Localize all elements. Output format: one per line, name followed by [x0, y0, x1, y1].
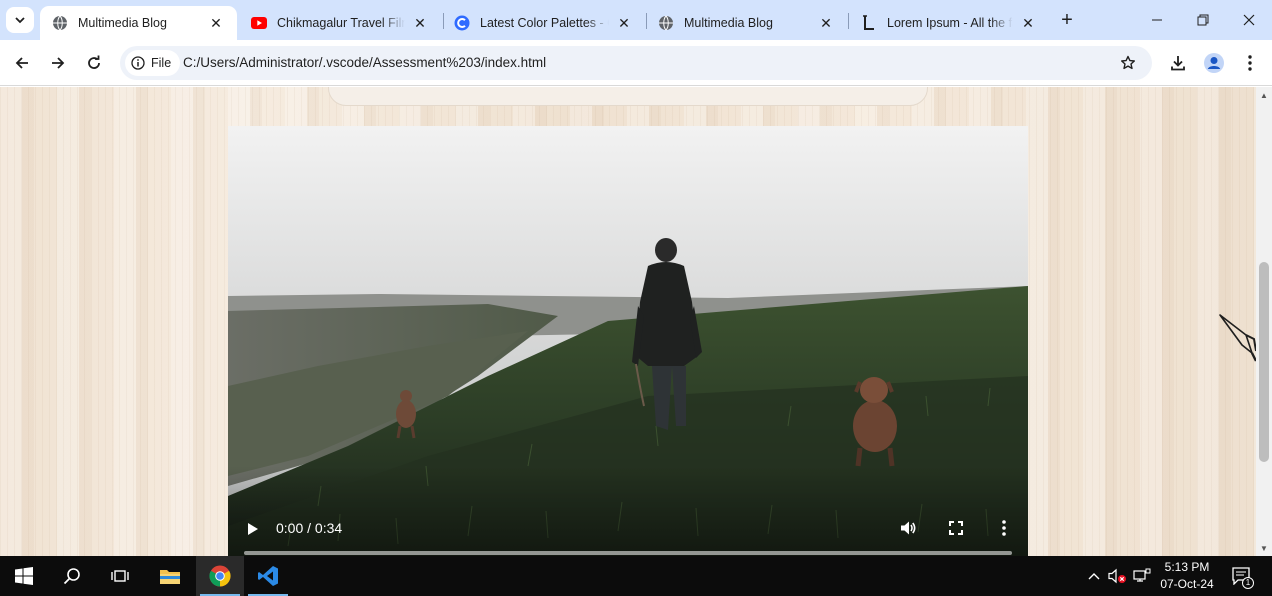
- close-tab-icon[interactable]: ✕: [411, 14, 429, 32]
- video-player[interactable]: 0:00 / 0:34: [228, 126, 1028, 556]
- chrome-taskbar-button[interactable]: [196, 556, 244, 596]
- close-tab-icon[interactable]: ✕: [615, 14, 633, 32]
- star-icon: [1121, 55, 1135, 70]
- globe-icon: [52, 15, 68, 31]
- notification-count-badge: 1: [1242, 577, 1254, 589]
- chrome-icon: [209, 565, 231, 587]
- volume-icon: [901, 521, 916, 535]
- youtube-icon: [251, 15, 267, 31]
- tab-title: Multimedia Blog: [78, 16, 167, 30]
- site-info-label: File: [151, 56, 172, 70]
- reload-button[interactable]: [79, 48, 109, 78]
- tab-title: Chikmagalur Travel Film | Cinematic: [277, 16, 405, 30]
- clock-date: 07-Oct-24: [1160, 577, 1214, 591]
- new-tab-button[interactable]: +: [1056, 9, 1078, 31]
- vscode-icon: [258, 566, 278, 586]
- address-bar[interactable]: File C:/Users/Administrator/.vscode/Asse…: [120, 46, 1152, 80]
- chevron-up-icon: [1088, 573, 1100, 580]
- kebab-menu-icon: [1248, 55, 1252, 71]
- play-icon: [248, 523, 258, 535]
- tab-multimedia-blog-2[interactable]: Multimedia Blog ✕: [646, 6, 847, 40]
- scroll-down-arrow[interactable]: ▼: [1256, 540, 1272, 556]
- page-scrollbar[interactable]: ▲ ▼: [1256, 87, 1272, 556]
- fountain-pen-icon: [1219, 314, 1256, 362]
- network-icon: [1133, 568, 1151, 582]
- taskbar-search-button[interactable]: [48, 556, 96, 596]
- close-tab-icon[interactable]: ✕: [207, 14, 225, 32]
- tab-lorem-ipsum[interactable]: Lorem Ipsum - All the facts - Lipsum ✕: [849, 6, 1049, 40]
- forward-button[interactable]: [43, 48, 73, 78]
- tab-chikmagalur-travel-film[interactable]: Chikmagalur Travel Film | Cinematic ✕: [239, 6, 441, 40]
- close-tab-icon[interactable]: ✕: [1019, 14, 1037, 32]
- file-explorer-icon: [160, 570, 180, 584]
- close-icon: [1243, 14, 1255, 26]
- windows-taskbar: 5:13 PM 07-Oct-24 1: [0, 556, 1272, 596]
- previous-content-card: [328, 87, 928, 106]
- lipsum-icon: [861, 15, 877, 31]
- browser-toolbar: File C:/Users/Administrator/.vscode/Asse…: [0, 40, 1272, 86]
- page-viewport: 0:00 / 0:34: [0, 87, 1256, 556]
- tab-strip: Multimedia Blog ✕ Chikmagalur Travel Fil…: [0, 0, 1272, 40]
- start-button[interactable]: [0, 556, 48, 596]
- scrollbar-thumb[interactable]: [1259, 262, 1269, 462]
- chevron-down-icon: [15, 17, 25, 24]
- fullscreen-icon: [949, 521, 963, 535]
- play-button[interactable]: [242, 518, 264, 540]
- globe-icon: [658, 15, 674, 31]
- minimize-button[interactable]: [1134, 0, 1180, 40]
- browser-menu-button[interactable]: [1235, 48, 1265, 78]
- close-tab-icon[interactable]: ✕: [817, 14, 835, 32]
- restore-button[interactable]: [1180, 0, 1226, 40]
- volume-button[interactable]: [896, 516, 920, 540]
- vscode-taskbar-button[interactable]: [244, 556, 292, 596]
- download-icon: [1171, 56, 1185, 71]
- back-button[interactable]: [7, 48, 37, 78]
- controls-gradient: [228, 466, 1028, 556]
- notifications-button[interactable]: 1: [1228, 556, 1256, 596]
- scroll-up-arrow[interactable]: ▲: [1256, 87, 1272, 103]
- tab-title: Multimedia Blog: [684, 16, 773, 30]
- profile-button[interactable]: [1199, 48, 1229, 78]
- file-explorer-button[interactable]: [146, 556, 194, 596]
- downloads-button[interactable]: [1163, 48, 1193, 78]
- taskbar-clock[interactable]: 5:13 PM 07-Oct-24: [1150, 559, 1224, 593]
- volume-muted-icon: [1108, 568, 1126, 584]
- video-time-display: 0:00 / 0:34: [276, 520, 343, 536]
- tab-search-button[interactable]: [6, 7, 34, 33]
- volume-tray-button[interactable]: [1106, 556, 1130, 596]
- task-view-icon: [111, 570, 129, 582]
- url-text[interactable]: C:/Users/Administrator/.vscode/Assessmen…: [183, 55, 546, 70]
- video-more-options-button[interactable]: [992, 516, 1016, 540]
- close-window-button[interactable]: [1226, 0, 1272, 40]
- coolors-icon: [454, 15, 470, 31]
- tab-coolors[interactable]: Latest Color Palettes - Coolors ✕: [442, 6, 645, 40]
- arrow-left-icon: [15, 57, 28, 69]
- tab-title: Lorem Ipsum - All the facts - Lipsum: [887, 16, 1013, 30]
- avatar-icon: [1204, 53, 1224, 73]
- arrow-right-icon: [52, 57, 65, 69]
- task-view-button[interactable]: [96, 556, 144, 596]
- restore-icon: [1197, 14, 1209, 26]
- tab-title: Latest Color Palettes - Coolors: [480, 16, 609, 30]
- tab-multimedia-blog[interactable]: Multimedia Blog ✕: [40, 6, 237, 40]
- clock-time: 5:13 PM: [1164, 560, 1210, 574]
- minimize-icon: [1152, 19, 1162, 21]
- site-info-chip[interactable]: File: [125, 50, 181, 76]
- windows-start-icon: [15, 567, 33, 585]
- search-icon: [63, 568, 80, 585]
- video-progress-bar[interactable]: [244, 551, 1012, 555]
- info-icon: [131, 56, 145, 70]
- bookmark-button[interactable]: [1118, 53, 1138, 73]
- more-options-icon: [1002, 520, 1006, 536]
- reload-icon: [88, 55, 100, 69]
- fullscreen-button[interactable]: [944, 516, 968, 540]
- show-hidden-icons-button[interactable]: [1084, 556, 1104, 596]
